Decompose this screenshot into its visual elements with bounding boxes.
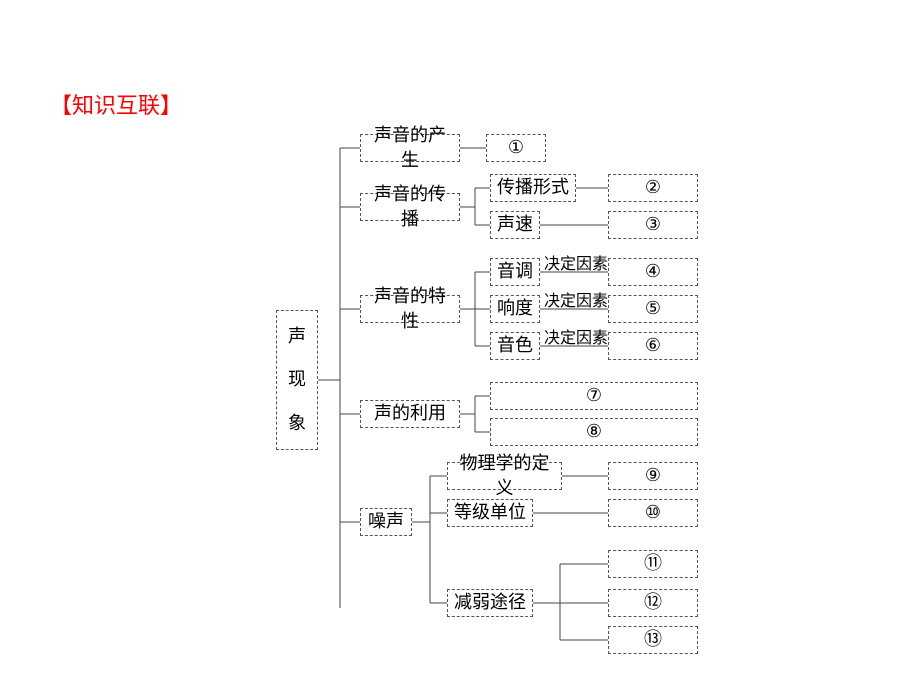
label-factor-2: 决定因素	[544, 294, 608, 310]
label-factor-1: 决定因素	[544, 257, 608, 273]
node-loudness: 响度	[490, 295, 540, 323]
node-pitch: 音调	[490, 258, 540, 286]
label-factor-3: 决定因素	[544, 331, 608, 347]
blank-12: ⑫	[608, 589, 698, 617]
blank-5: ⑤	[608, 295, 698, 323]
node-weaken-path: 减弱途径	[447, 589, 533, 617]
node-phys-def: 物理学的定义	[447, 462, 562, 490]
node-trans-form: 传播形式	[490, 174, 576, 202]
node-sound-feature: 声音的特性	[360, 295, 460, 323]
blank-10: ⑩	[608, 499, 698, 527]
root-char-1: 声	[288, 324, 306, 349]
node-timbre: 音色	[490, 332, 540, 360]
blank-13: ⑬	[608, 626, 698, 654]
blank-4: ④	[608, 258, 698, 286]
root-char-3: 象	[288, 411, 306, 436]
blank-8: ⑧	[490, 418, 698, 446]
page: 【知识互联】	[0, 0, 920, 690]
blank-1: ①	[486, 134, 546, 162]
node-sound-produce: 声音的产生	[360, 134, 460, 162]
blank-7: ⑦	[490, 382, 698, 410]
blank-9: ⑨	[608, 462, 698, 490]
blank-3: ③	[608, 211, 698, 239]
node-sound-speed: 声速	[490, 211, 540, 239]
root-char-2: 现	[288, 367, 306, 392]
node-sound-use: 声的利用	[360, 400, 460, 428]
section-title: 【知识互联】	[50, 88, 182, 120]
blank-2: ②	[608, 174, 698, 202]
node-sound-transmit: 声音的传播	[360, 193, 460, 221]
root-node: 声 现 象	[276, 310, 318, 450]
node-level-unit: 等级单位	[447, 499, 533, 527]
blank-11: ⑪	[608, 550, 698, 578]
node-noise: 噪声	[360, 508, 412, 536]
blank-6: ⑥	[608, 332, 698, 360]
